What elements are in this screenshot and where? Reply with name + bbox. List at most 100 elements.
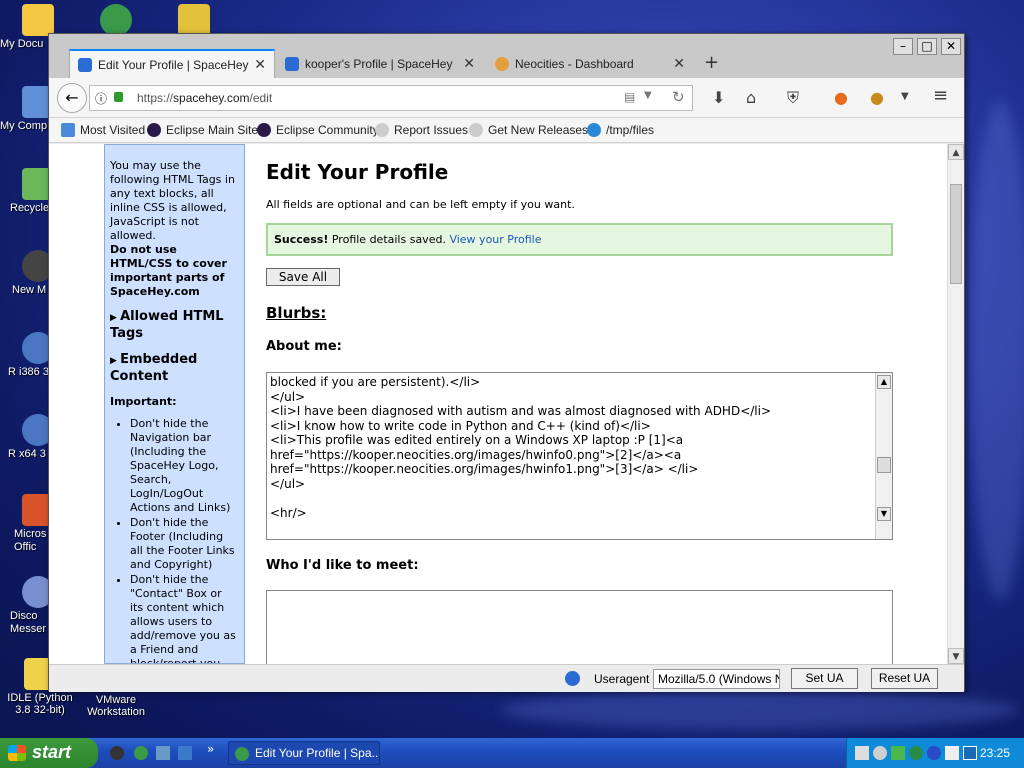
- tab-edit-profile[interactable]: Edit Your Profile | SpaceHey ✕: [69, 49, 275, 78]
- tray-icon[interactable]: [945, 746, 959, 760]
- quicklaunch-icon[interactable]: [134, 746, 148, 760]
- spacehey-favicon-icon: [78, 57, 92, 72]
- reset-ua-button[interactable]: Reset UA: [871, 668, 938, 689]
- eclipse-icon: [257, 123, 271, 137]
- useragent-bar: Useragent Mozilla/5.0 (Windows NT Set UA…: [49, 664, 964, 692]
- save-all-button[interactable]: Save All: [266, 268, 340, 286]
- scroll-thumb[interactable]: [877, 457, 891, 473]
- rules-list: Don't hide the Navigation bar (Including…: [130, 417, 238, 663]
- textarea-line: <li>I know how to write code in Python a…: [270, 418, 651, 433]
- app-icon: [178, 4, 210, 36]
- bookmark-get-new-releases[interactable]: Get New Releases: [469, 123, 588, 137]
- tab-bar: Edit Your Profile | SpaceHey ✕ kooper's …: [49, 34, 964, 78]
- close-tab-icon[interactable]: ✕: [673, 55, 685, 72]
- url-bar[interactable]: ⓘ https://spacehey.com/edit ▤ ▼ ↻: [89, 85, 693, 111]
- textarea-line: blocked if you are persistent).</li>: [270, 375, 481, 389]
- github-icon: [469, 123, 483, 137]
- quicklaunch-icon[interactable]: [110, 746, 124, 760]
- reload-icon[interactable]: ↻: [672, 88, 685, 106]
- tab-kooper-profile[interactable]: kooper's Profile | SpaceHey ✕: [277, 49, 483, 78]
- scroll-down-icon[interactable]: ▼: [877, 507, 891, 521]
- menu-icon[interactable]: ≡: [933, 85, 948, 106]
- minimize-button[interactable]: –: [893, 38, 913, 55]
- quicklaunch-icon[interactable]: [178, 746, 192, 760]
- about-me-label: About me:: [266, 339, 342, 354]
- textarea-line: <hr/>: [270, 505, 307, 520]
- view-profile-link[interactable]: View your Profile: [449, 233, 541, 246]
- tray-icon[interactable]: [927, 746, 941, 760]
- clock: 23:25: [979, 746, 1010, 760]
- textarea-line: </ul>: [270, 389, 306, 404]
- bookmark-report-issues[interactable]: Report Issues: [375, 123, 468, 137]
- globe-icon: [100, 4, 132, 36]
- bookmark-eclipse-community[interactable]: Eclipse Community: [257, 123, 379, 137]
- taskbar: start » Edit Your Profile | Spa... 23:25: [0, 738, 1024, 768]
- page-scrollbar[interactable]: ▲ ▼: [947, 144, 964, 664]
- quicklaunch-icon[interactable]: [156, 746, 170, 760]
- list-item: Don't hide the Navigation bar (Including…: [130, 417, 238, 515]
- blurbs-heading: Blurbs:: [266, 304, 327, 322]
- scroll-up-icon[interactable]: ▲: [948, 144, 964, 160]
- textarea-scrollbar[interactable]: ▲ ▼: [875, 373, 892, 539]
- textarea-line: <li>I have been diagnosed with autism an…: [270, 404, 772, 418]
- scroll-down-icon[interactable]: ▼: [948, 648, 964, 664]
- sidebar-warning: Do not use HTML/CSS to cover important p…: [110, 243, 227, 298]
- scroll-up-icon[interactable]: ▲: [877, 375, 891, 389]
- reader-view-icon[interactable]: ▤: [624, 90, 635, 104]
- bookmark-eclipse-main[interactable]: Eclipse Main Site: [147, 123, 258, 137]
- bookmark-tmp-files[interactable]: /tmp/files: [587, 123, 654, 137]
- allowed-tags-toggle[interactable]: ▶ Allowed HTML Tags: [110, 309, 238, 342]
- info-icon: ⓘ: [95, 92, 108, 106]
- maximize-button[interactable]: □: [917, 38, 937, 55]
- useragent-icon: [565, 671, 580, 686]
- lock-icon: [114, 92, 123, 102]
- useragent-label: Useragent: [594, 672, 650, 686]
- who-meet-textarea[interactable]: [266, 590, 893, 664]
- arrow-left-icon: ←: [65, 88, 79, 107]
- success-message: Success! Profile details saved. View you…: [266, 223, 893, 256]
- scroll-thumb[interactable]: [950, 184, 962, 284]
- start-button[interactable]: start: [0, 738, 98, 768]
- desktop-icon-vmware[interactable]: VMware Workstation: [76, 694, 156, 718]
- tray-icon[interactable]: [873, 746, 887, 760]
- chevron-right-icon[interactable]: »: [207, 742, 214, 756]
- folder-icon: [22, 4, 54, 36]
- eclipse-icon: [147, 123, 161, 137]
- tray-icon[interactable]: [909, 746, 923, 760]
- close-window-button[interactable]: ✕: [941, 38, 961, 55]
- taskbar-task-browser[interactable]: Edit Your Profile | Spa...: [228, 741, 380, 765]
- spacehey-favicon-icon: [285, 56, 299, 71]
- about-me-textarea[interactable]: blocked if you are persistent).</li> </ul…: [266, 372, 893, 540]
- back-button[interactable]: ←: [57, 83, 87, 113]
- tray-icon[interactable]: [855, 746, 869, 760]
- chevron-down-icon[interactable]: ▼: [901, 91, 909, 102]
- tab-neocities[interactable]: Neocities - Dashboard ✕: [487, 49, 693, 78]
- cloud-upload-icon: [587, 123, 601, 137]
- page-content: You may use the following HTML Tags in a…: [49, 144, 949, 664]
- ublock-icon[interactable]: ⛨: [787, 88, 799, 108]
- close-tab-icon[interactable]: ✕: [254, 56, 266, 73]
- dropdown-icon[interactable]: ▼: [644, 90, 652, 101]
- download-icon[interactable]: ⬇: [712, 88, 725, 107]
- new-tab-button[interactable]: +: [704, 52, 719, 73]
- firefox-extension-icon[interactable]: ●: [834, 88, 848, 107]
- home-icon[interactable]: ⌂: [746, 88, 756, 107]
- embedded-content-toggle[interactable]: ▶ Embedded Content: [110, 352, 238, 385]
- close-tab-icon[interactable]: ✕: [463, 55, 475, 72]
- useragent-input[interactable]: Mozilla/5.0 (Windows NT: [653, 669, 780, 689]
- textarea-line: <li>This profile was edited entirely on …: [270, 433, 684, 447]
- textarea-line: href="https://kooper.neocities.org/image…: [270, 447, 682, 462]
- bookmark-most-visited[interactable]: Most Visited: [61, 123, 145, 137]
- html-help-sidebar: You may use the following HTML Tags in a…: [104, 144, 245, 664]
- who-meet-label: Who I'd like to meet:: [266, 558, 419, 573]
- set-ua-button[interactable]: Set UA: [791, 668, 858, 689]
- browser-icon: [235, 747, 249, 761]
- monkey-extension-icon[interactable]: ●: [870, 88, 884, 107]
- github-icon: [375, 123, 389, 137]
- tray-icon[interactable]: [891, 746, 905, 760]
- neocities-favicon-icon: [495, 56, 509, 71]
- triangle-right-icon: ▶: [110, 313, 121, 323]
- tray-icon[interactable]: [963, 746, 977, 760]
- windows-logo-icon: [8, 745, 26, 761]
- page-subtitle: All fields are optional and can be left …: [266, 198, 575, 211]
